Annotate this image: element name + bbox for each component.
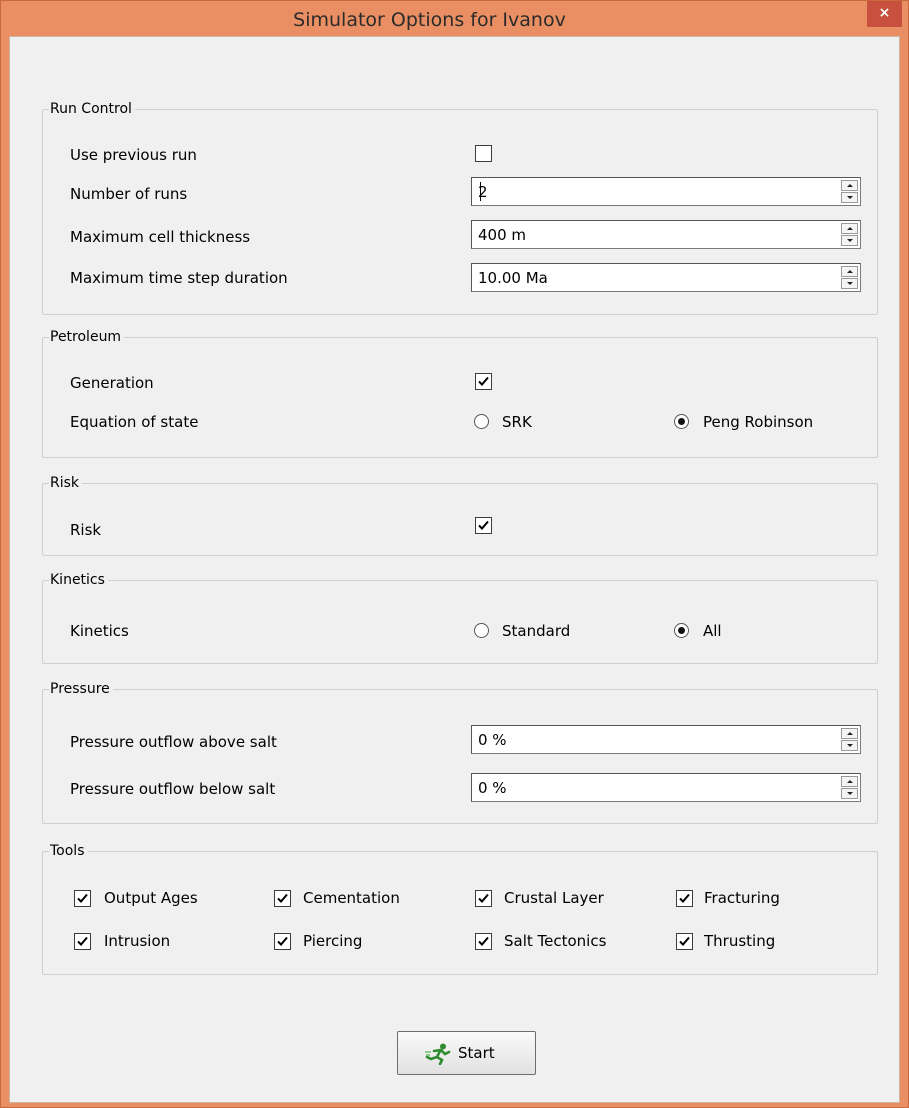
max-time-step-label: Maximum time step duration	[70, 269, 288, 287]
spin-up-arrow-icon[interactable]	[841, 728, 858, 739]
tool-piercing-checkbox[interactable]	[274, 933, 291, 950]
risk-label: Risk	[70, 521, 102, 539]
start-button[interactable]: Start	[397, 1031, 536, 1075]
pressure-group: Pressure	[42, 680, 878, 824]
running-man-icon	[425, 1043, 451, 1065]
spin-down-arrow-icon[interactable]	[841, 278, 858, 289]
spin-down-arrow-icon[interactable]	[841, 788, 858, 799]
tool-fracturing-label: Fracturing	[704, 889, 780, 907]
kinetics-group: Kinetics	[42, 571, 878, 664]
tool-thrusting-label: Thrusting	[704, 932, 776, 950]
run-control-legend: Run Control	[49, 100, 135, 118]
srk-radio[interactable]	[474, 414, 489, 429]
window-title: Simulator Options for Ivanov	[293, 9, 566, 31]
checkmark-icon	[277, 936, 288, 946]
checkmark-icon	[478, 893, 489, 903]
tool-salt-tectonics-checkbox[interactable]	[475, 933, 492, 950]
tool-piercing-label: Piercing	[303, 932, 363, 950]
generation-label: Generation	[70, 374, 154, 392]
number-of-runs-spinbox[interactable]: 2	[471, 177, 861, 206]
close-icon: ×	[878, 5, 891, 21]
standard-radio[interactable]	[474, 623, 489, 638]
checkmark-icon	[77, 936, 88, 946]
equation-of-state-label: Equation of state	[70, 413, 199, 431]
generation-checkbox[interactable]	[475, 373, 492, 390]
number-of-runs-value: 2	[478, 183, 488, 201]
tool-crustal-layer-checkbox[interactable]	[475, 890, 492, 907]
tool-intrusion-checkbox[interactable]	[74, 933, 91, 950]
tool-fracturing-checkbox[interactable]	[676, 890, 693, 907]
checkmark-icon	[478, 520, 489, 530]
tool-crustal-layer-label: Crustal Layer	[504, 889, 604, 907]
tool-intrusion-label: Intrusion	[104, 932, 171, 950]
checkmark-icon	[277, 893, 288, 903]
risk-legend: Risk	[49, 474, 83, 492]
pressure-above-salt-value: 0 %	[478, 731, 507, 749]
checkmark-icon	[478, 376, 489, 386]
standard-radio-label: Standard	[502, 622, 571, 640]
title-bar[interactable]: Simulator Options for Ivanov ×	[1, 1, 908, 37]
spin-up-arrow-icon[interactable]	[841, 266, 858, 277]
tools-group: Tools	[42, 842, 878, 975]
pressure-above-salt-spinbox[interactable]: 0 %	[471, 725, 861, 754]
peng-robinson-radio-label: Peng Robinson	[703, 413, 814, 431]
pressure-legend: Pressure	[49, 680, 113, 698]
risk-checkbox[interactable]	[475, 517, 492, 534]
pressure-above-salt-stepper	[841, 728, 858, 751]
number-of-runs-label: Number of runs	[70, 185, 188, 203]
kinetics-label: Kinetics	[70, 622, 129, 640]
start-button-label: Start	[458, 1044, 495, 1062]
spin-up-arrow-icon[interactable]	[841, 776, 858, 787]
checkmark-icon	[679, 893, 690, 903]
petroleum-group: Petroleum	[42, 328, 878, 458]
max-cell-thickness-value: 400 m	[478, 226, 527, 244]
tool-salt-tectonics-label: Salt Tectonics	[504, 932, 607, 950]
max-cell-thickness-label: Maximum cell thickness	[70, 228, 251, 246]
max-cell-thickness-spinbox[interactable]: 400 m	[471, 220, 861, 249]
max-time-step-value: 10.00 Ma	[478, 269, 548, 287]
pressure-below-salt-value: 0 %	[478, 779, 507, 797]
checkmark-icon	[478, 936, 489, 946]
pressure-below-salt-stepper	[841, 776, 858, 799]
all-radio[interactable]	[674, 623, 689, 638]
risk-group: Risk	[42, 474, 878, 556]
max-cell-thickness-stepper	[841, 223, 858, 246]
kinetics-legend: Kinetics	[49, 571, 108, 589]
srk-radio-label: SRK	[502, 413, 532, 431]
spin-down-arrow-icon[interactable]	[841, 235, 858, 246]
pressure-below-salt-spinbox[interactable]: 0 %	[471, 773, 861, 802]
spin-down-arrow-icon[interactable]	[841, 192, 858, 203]
max-time-step-stepper	[841, 266, 858, 289]
use-previous-run-checkbox[interactable]	[475, 145, 492, 162]
petroleum-legend: Petroleum	[49, 328, 125, 346]
spin-up-arrow-icon[interactable]	[841, 223, 858, 234]
tool-cementation-label: Cementation	[303, 889, 400, 907]
close-button[interactable]: ×	[867, 1, 902, 27]
peng-robinson-radio[interactable]	[674, 414, 689, 429]
tool-thrusting-checkbox[interactable]	[676, 933, 693, 950]
use-previous-run-label: Use previous run	[70, 146, 197, 164]
max-time-step-spinbox[interactable]: 10.00 Ma	[471, 263, 861, 292]
checkmark-icon	[77, 893, 88, 903]
tool-output-ages-label: Output Ages	[104, 889, 198, 907]
tool-cementation-checkbox[interactable]	[274, 890, 291, 907]
tools-legend: Tools	[49, 842, 88, 860]
pressure-below-salt-label: Pressure outflow below salt	[70, 780, 276, 798]
tool-output-ages-checkbox[interactable]	[74, 890, 91, 907]
number-of-runs-stepper	[841, 180, 858, 203]
checkmark-icon	[679, 936, 690, 946]
spin-up-arrow-icon[interactable]	[841, 180, 858, 191]
spin-down-arrow-icon[interactable]	[841, 740, 858, 751]
pressure-above-salt-label: Pressure outflow above salt	[70, 733, 277, 751]
all-radio-label: All	[703, 622, 722, 640]
